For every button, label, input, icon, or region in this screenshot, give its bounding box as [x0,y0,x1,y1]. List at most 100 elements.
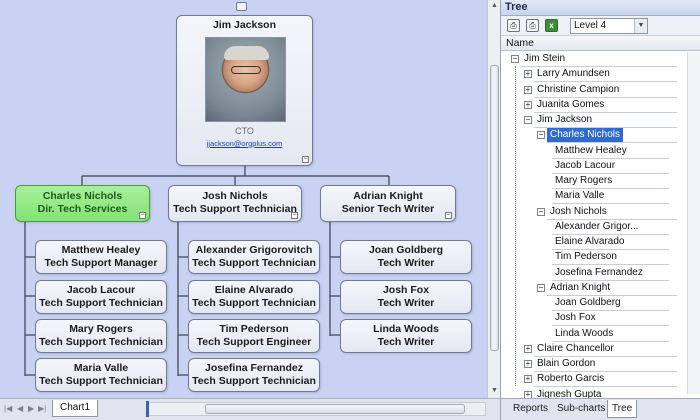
chart-horizontal-scrollbar[interactable] [146,401,486,417]
tree-item[interactable]: Joan Goldberg [501,296,687,311]
last-sheet-icon[interactable]: ▶| [38,404,46,413]
collapse-icon[interactable]: − [445,212,452,219]
node-manager[interactable]: Charles Nichols Dir. Tech Services − [15,185,150,222]
node-title: Tech Support Technician [173,203,297,215]
tree-row-divider [552,264,669,265]
excel-export-icon[interactable]: x [545,19,558,32]
node-employee[interactable]: Joan Goldberg Tech Writer [340,240,472,274]
collapse-icon[interactable]: − [537,131,545,139]
tree-item[interactable]: Tim Pederson [501,250,687,265]
tree-item[interactable]: Linda Woods [501,327,687,342]
tree-item[interactable]: + Larry Amundsen [501,67,687,82]
expand-icon[interactable]: + [524,360,532,368]
node-employee[interactable]: Jacob Lacour Tech Support Technician [35,280,167,314]
collapse-icon[interactable]: − [139,212,146,219]
expand-icon[interactable]: + [524,86,532,94]
tab-reports[interactable]: Reports [509,400,552,418]
node-manager[interactable]: Josh Nichols Tech Support Technician − [168,185,302,222]
tab-sub-charts[interactable]: Sub-charts [553,400,609,418]
root-node[interactable]: Jim Jackson CTO jjackson@orgplus.com − [176,15,313,166]
node-employee[interactable]: Elaine Alvarado Tech Support Technician [188,280,320,314]
tree-item[interactable]: Josh Fox [501,311,687,326]
tree-item-label: Jacob Lacour [555,160,616,171]
tree-item[interactable]: + Claire Chancellor [501,342,687,357]
tree-item[interactable]: + Juanita Gomes [501,98,687,113]
tree-item[interactable]: Josefina Fernandez [501,266,687,281]
print-preview-icon[interactable]: ⎙ [526,19,539,32]
tree-view[interactable]: − Jim Stein + Larry Amundsen + Christine Camp… [501,52,700,403]
tree-item-label: Adrian Knight [550,282,611,293]
collapse-icon[interactable]: − [537,284,545,292]
node-name: Matthew Healey [61,244,141,256]
tree-item[interactable]: − Jim Jackson [501,113,687,128]
node-employee[interactable]: Linda Woods Tech Writer [340,319,472,353]
node-employee[interactable]: Alexander Grigorovitch Tech Support Techn… [188,240,320,274]
node-title: Tech Writer [377,257,435,269]
tree-item[interactable]: Alexander Grigor... [501,220,687,235]
first-sheet-icon[interactable]: |◀ [4,404,12,413]
chart-vertical-scrollbar[interactable]: ▲ ▼ [487,0,500,398]
node-name: Joan Goldberg [368,244,444,256]
collapse-icon[interactable]: − [302,156,309,163]
node-name: Josh Nichols [202,190,268,202]
node-employee[interactable]: Tim Pederson Tech Support Engineer [188,319,320,353]
chevron-down-icon[interactable]: ▼ [634,19,647,33]
collapse-icon[interactable]: − [291,212,298,219]
tree-item[interactable]: − Adrian Knight [501,281,687,296]
tab-tree[interactable]: Tree [607,400,638,418]
org-chart-canvas[interactable]: Jim Jackson CTO jjackson@orgplus.com − C… [0,0,487,398]
tree-item-label: Charles Nichols [547,128,624,142]
node-name: Charles Nichols [42,190,123,202]
scroll-up-icon[interactable]: ▲ [490,1,499,11]
column-header-name[interactable]: Name [501,36,700,51]
scroll-thumb[interactable] [490,65,499,351]
collapse-icon[interactable]: − [524,116,532,124]
expand-up-handle[interactable] [236,2,247,11]
tree-item-label: Maria Valle [555,190,605,201]
expand-icon[interactable]: + [524,375,532,383]
expand-icon[interactable]: + [524,345,532,353]
node-employee[interactable]: Mary Rogers Tech Support Technician [35,319,167,353]
tree-scrollbar[interactable] [687,52,700,394]
collapse-icon[interactable]: − [537,208,545,216]
tree-item[interactable]: − Jim Stein [501,52,687,67]
tree-item[interactable]: + Roberto Garcis [501,372,687,387]
tree-item[interactable]: + Blain Gordon [501,357,687,372]
tree-item-label: Josh Fox [555,312,596,323]
node-title: Tech Support Engineer [196,336,312,348]
root-email-link[interactable]: jjackson@orgplus.com [177,137,312,150]
tree-item[interactable]: Mary Rogers [501,174,687,189]
node-employee[interactable]: Josh Fox Tech Writer [340,280,472,314]
node-employee[interactable]: Matthew Healey Tech Support Manager [35,240,167,274]
tree-item-label: Linda Woods [555,328,614,339]
node-title: Tech Support Technician [192,375,316,387]
level-select[interactable]: Level 4 ▼ [570,18,648,34]
tree-item[interactable]: − Josh Nichols [501,205,687,220]
node-manager[interactable]: Adrian Knight Senior Tech Writer − [320,185,456,222]
expand-icon[interactable]: + [524,101,532,109]
tree-item-label: Elaine Alvarado [555,236,625,247]
next-sheet-icon[interactable]: ▶ [28,404,34,413]
print-icon[interactable]: ⎙ [507,19,520,32]
splitter-handle[interactable] [146,401,149,417]
sheet-tab-chart1[interactable]: Chart1 [52,400,99,417]
tree-item[interactable]: + Christine Campion [501,83,687,98]
node-employee[interactable]: Josefina Fernandez Tech Support Technicia… [188,358,320,392]
tree-item[interactable]: Elaine Alvarado [501,235,687,250]
collapse-icon[interactable]: − [511,55,519,63]
tree-item[interactable]: Matthew Healey [501,144,687,159]
panel-title: Tree [501,0,700,16]
tree-item-label: Claire Chancellor [537,343,614,354]
scroll-thumb[interactable] [205,404,465,414]
tree-item[interactable]: Jacob Lacour [501,159,687,174]
node-name: Tim Pederson [219,323,289,335]
expand-icon[interactable]: + [524,70,532,78]
tree-item-label: Blain Gordon [537,358,596,369]
prev-sheet-icon[interactable]: ◀ [17,404,23,413]
node-name: Elaine Alvarado [214,284,294,296]
tree-item[interactable]: − Charles Nichols [501,128,687,143]
node-employee[interactable]: Maria Valle Tech Support Technician [35,358,167,392]
tree-item[interactable]: Maria Valle [501,189,687,204]
scroll-down-icon[interactable]: ▼ [490,386,499,396]
root-name: Jim Jackson [212,19,277,31]
